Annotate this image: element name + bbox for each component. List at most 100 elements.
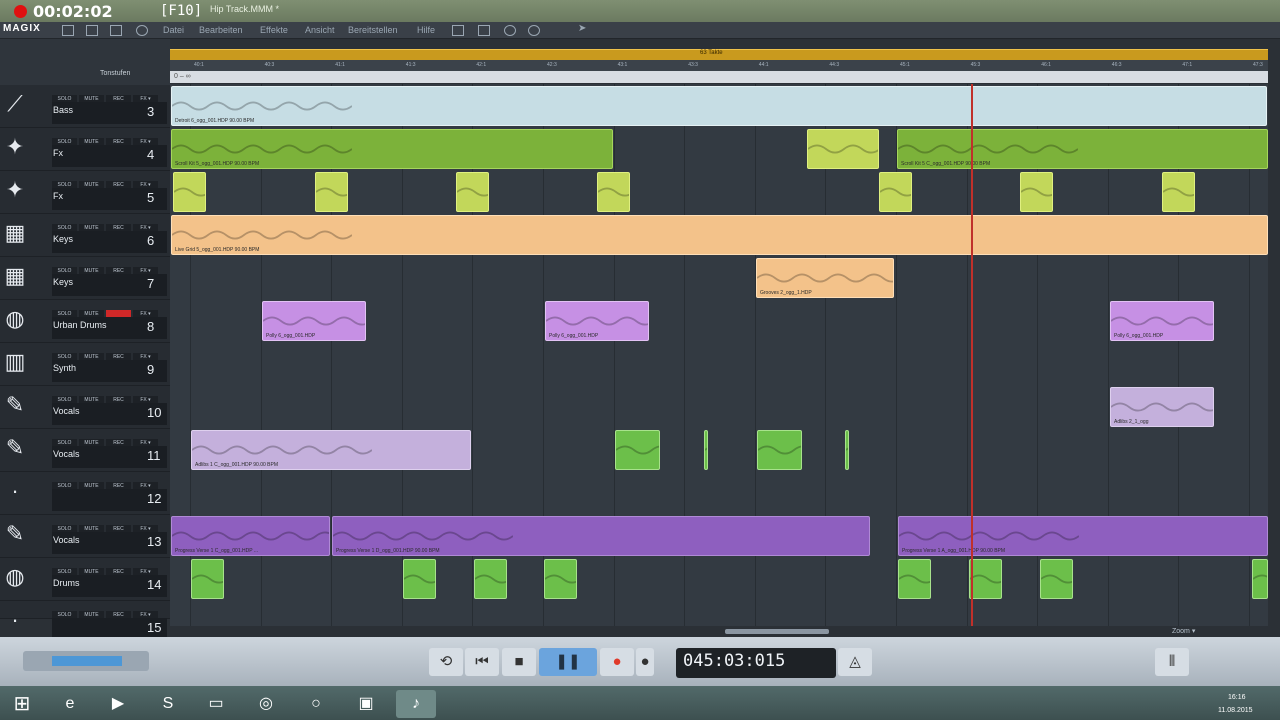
clip-name: Adlibs 1 C_ogg_001.HDP 90.00 BPM — [195, 462, 279, 468]
previous-button[interactable]: ⏮ — [465, 648, 499, 676]
record-button[interactable]: ● — [600, 648, 634, 676]
menu-bar — [0, 22, 1280, 39]
mixer-button[interactable]: ⦀ — [1155, 648, 1189, 676]
audio-clip[interactable] — [544, 559, 577, 599]
microphone-icon: ✎ — [5, 392, 25, 417]
audio-clip[interactable] — [757, 430, 802, 470]
track-header[interactable]: · SOLO MUTE REC FX ▾ 15 — [0, 601, 170, 640]
clip-waveform — [316, 187, 347, 197]
clip-waveform — [846, 447, 848, 451]
audio-clip[interactable] — [704, 430, 708, 470]
audio-clip[interactable]: Progress Verse 1 C_ogg_001.HDP ... — [171, 516, 330, 556]
track-header[interactable]: · SOLO MUTE REC FX ▾ 12 — [0, 472, 170, 515]
audio-clip[interactable] — [1162, 172, 1195, 212]
internet-explorer-icon[interactable]: e — [50, 690, 90, 718]
zoom-dropdown[interactable]: Zoom ▾ — [1172, 627, 1195, 635]
clip-waveform — [1253, 574, 1267, 580]
windows-start-icon[interactable]: ⊞ — [2, 690, 42, 718]
vertical-scrollbar[interactable] — [1268, 60, 1280, 626]
audio-clip[interactable]: Scroll Kit 5 C_ogg_001.HDP 90.00 BPM — [897, 129, 1268, 169]
audio-clip[interactable] — [845, 430, 849, 470]
audio-clip[interactable] — [807, 129, 879, 169]
audio-clip[interactable] — [1040, 559, 1073, 599]
pause-button[interactable]: ❚❚ — [539, 648, 597, 676]
track-header[interactable]: ◍ SOLO MUTE REC FX ▾ Urban Drums 8 — [0, 300, 170, 343]
empty-icon: · — [11, 478, 19, 503]
audio-clip[interactable] — [474, 559, 507, 599]
audio-clip[interactable] — [191, 559, 224, 599]
microphone-icon: ✎ — [5, 521, 25, 546]
audio-clip[interactable] — [456, 172, 489, 212]
audio-clip[interactable]: Progress Verse 1 D_ogg_001.HDP 90.00 BPM — [332, 516, 870, 556]
ruler-tick-label: 41:1 — [335, 62, 345, 68]
empty-icon: · — [11, 607, 19, 632]
clip-waveform — [172, 101, 352, 111]
menu-bearbeiten[interactable]: Bearbeiten — [199, 25, 243, 35]
track-number: 3 — [147, 104, 155, 119]
skype-icon[interactable]: S — [148, 690, 188, 718]
track-header[interactable]: ◍ SOLO MUTE REC FX ▾ Drums 14 — [0, 558, 170, 601]
menu-bereitstellen[interactable]: Bereitstellen — [348, 25, 398, 35]
clip-waveform — [1021, 187, 1052, 197]
track-header[interactable]: ✎ SOLO MUTE REC FX ▾ Vocals 11 — [0, 429, 170, 472]
audio-clip[interactable] — [1252, 559, 1268, 599]
track-header[interactable]: ✦ SOLO MUTE REC FX ▾ Fx 4 — [0, 128, 170, 171]
audio-clip[interactable] — [879, 172, 912, 212]
track-header[interactable]: ▥ SOLO MUTE REC FX ▾ Synth 9 — [0, 343, 170, 386]
loop-button[interactable]: ⟲ — [429, 648, 463, 676]
app-circle-icon[interactable]: ○ — [296, 690, 336, 718]
audio-clip[interactable] — [1020, 172, 1053, 212]
layout-icon[interactable] — [452, 25, 464, 36]
search-icon[interactable] — [136, 25, 148, 36]
audio-clip[interactable] — [173, 172, 206, 212]
ruler-tick-label: 47:3 — [1253, 62, 1263, 68]
media-player-icon[interactable]: ▶ — [98, 690, 138, 718]
audio-clip[interactable]: Polly 6_ogg_001.HDP — [1110, 301, 1214, 341]
horizontal-scrollbar[interactable] — [170, 626, 1268, 636]
audio-clip[interactable] — [615, 430, 660, 470]
menu-datei[interactable]: Datei — [163, 25, 184, 35]
record-options-button[interactable]: ● — [636, 648, 654, 676]
chrome-icon[interactable]: ◎ — [246, 690, 286, 718]
metronome-button[interactable]: ◬ — [838, 648, 872, 676]
audio-clip[interactable] — [898, 559, 931, 599]
audio-clip[interactable]: Grooves 2_ogg_1.HDP — [756, 258, 894, 298]
audio-clip[interactable] — [597, 172, 630, 212]
stop-button[interactable]: ■ — [502, 648, 536, 676]
menu-effekte[interactable]: Effekte — [260, 25, 288, 35]
audio-clip[interactable]: Scroll Kit 5_ogg_001.HDP 90.00 BPM — [171, 129, 613, 169]
cursor-tool-icon[interactable]: ➤ — [578, 23, 586, 34]
clip-name: Polly 6_ogg_001.HDP — [1114, 333, 1164, 339]
track-header[interactable]: ▦ SOLO MUTE REC FX ▾ Keys 7 — [0, 257, 170, 300]
new-file-icon[interactable] — [62, 25, 74, 36]
track-header[interactable]: ▦ SOLO MUTE REC FX ▾ Keys 6 — [0, 214, 170, 257]
audio-clip[interactable]: Progress Verse 1 A_ogg_001.HDP 90.00 BPM — [898, 516, 1268, 556]
audio-clip[interactable]: Detroit 6_ogg_001.HDP 90.00 BPM — [171, 86, 1267, 126]
audio-clip[interactable]: Live Grid 5_ogg_001.HDP 90.00 BPM — [171, 215, 1268, 255]
track-header[interactable]: ⟋ SOLO MUTE REC FX ▾ Bass 3 — [0, 85, 170, 128]
explorer-icon[interactable]: ▭ — [196, 690, 236, 718]
audio-clip[interactable] — [969, 559, 1002, 599]
undo-icon[interactable] — [528, 25, 540, 36]
audio-clip[interactable] — [315, 172, 348, 212]
playhead[interactable] — [971, 84, 973, 626]
audio-clip[interactable] — [403, 559, 436, 599]
menu-hilfe[interactable]: Hilfe — [417, 25, 435, 35]
track-header[interactable]: ✦ SOLO MUTE REC FX ▾ Fx 5 — [0, 171, 170, 214]
audio-clip[interactable]: Adlibs 2_1_ogg — [1110, 387, 1214, 427]
window-title: Hip Track.MMM * — [210, 4, 280, 14]
audio-clip[interactable]: Polly 6_ogg_001.HDP — [545, 301, 649, 341]
loop-tool-icon[interactable] — [478, 25, 490, 36]
track-header[interactable]: ✎ SOLO MUTE REC FX ▾ Vocals 13 — [0, 515, 170, 558]
open-folder-icon[interactable] — [86, 25, 98, 36]
redo-icon[interactable] — [504, 25, 516, 36]
horizontal-scroll-thumb[interactable] — [725, 629, 829, 634]
audio-clip[interactable]: Polly 6_ogg_001.HDP — [262, 301, 366, 341]
app-window-icon[interactable]: ▣ — [346, 690, 386, 718]
track-header[interactable]: ✎ SOLO MUTE REC FX ▾ Vocals 10 — [0, 386, 170, 429]
audio-clip[interactable]: Adlibs 1 C_ogg_001.HDP 90.00 BPM — [191, 430, 471, 470]
save-icon[interactable] — [110, 25, 122, 36]
magix-taskbar-icon[interactable]: ♪ — [396, 690, 436, 718]
menu-ansicht[interactable]: Ansicht — [305, 25, 335, 35]
range-bar[interactable] — [170, 71, 1268, 83]
